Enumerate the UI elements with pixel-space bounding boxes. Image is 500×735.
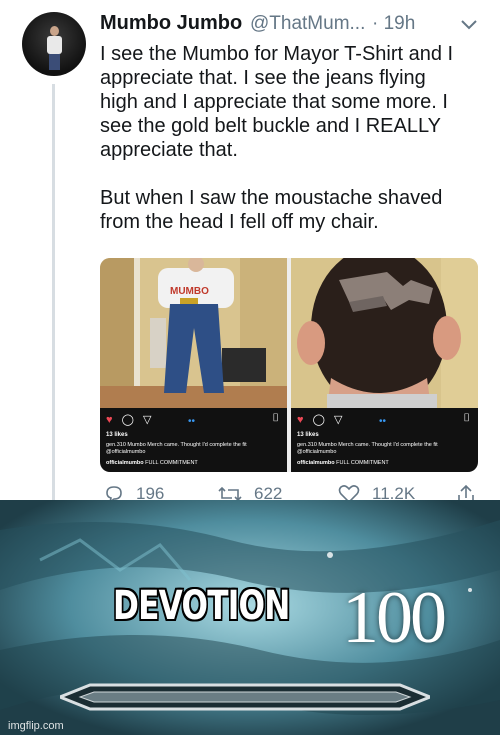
avatar-figure-head — [50, 26, 59, 36]
likes-count: 13 likes — [106, 432, 128, 438]
instagram-post-footer: ♥ ◯ ▽ •• ⌷ 13 likes gen.310 Mumbo Merch … — [100, 408, 287, 472]
skyrim-skill-meme: DEVOTION 100 imgflip.com — [0, 500, 500, 735]
tweet-line: appreciate that. — [100, 139, 238, 161]
tweet-line: high and I appreciate that some more. I — [100, 91, 448, 113]
bookmark-icon[interactable]: ⌷ — [463, 412, 470, 425]
tweet-line: see the gold belt buckle and I REALLY — [100, 115, 441, 137]
heart-outline-icon — [338, 485, 360, 500]
shirt-text: MUMBO — [170, 286, 209, 297]
avatar-figure-body — [47, 36, 62, 54]
bookmark-icon[interactable]: ⌷ — [272, 412, 279, 425]
thread-line — [52, 84, 55, 500]
heart-icon[interactable]: ♥ — [297, 414, 307, 426]
reply-icon — [106, 486, 122, 500]
share-icon[interactable]: ▽ — [143, 414, 154, 426]
retweet-icon — [218, 486, 242, 500]
heart-icon[interactable]: ♥ — [106, 414, 116, 426]
tweet-card: Mumbo Jumbo @ThatMum... · 19h I see the … — [0, 0, 500, 500]
tweet-line: I see the Mumbo for Mayor T-Shirt and I — [100, 43, 454, 65]
comment-user: officialmumbo — [297, 460, 335, 466]
post-caption: gen.310 Mumbo Merch came. Thought I'd co… — [297, 442, 438, 455]
likes-count: 13 likes — [297, 432, 319, 438]
avatar-figure-legs — [49, 54, 60, 70]
author-handle[interactable]: @ThatMum... — [250, 13, 365, 35]
skill-name-text: DEVOTION — [113, 583, 290, 629]
author-name[interactable]: Mumbo Jumbo — [100, 12, 242, 35]
avatar[interactable] — [22, 12, 86, 76]
reply-button[interactable]: 196 — [104, 484, 164, 500]
instagram-post-footer: ♥ ◯ ▽ •• ⌷ 13 likes gen.310 Mumbo Merch … — [291, 408, 478, 472]
retweet-button[interactable]: 622 — [218, 484, 282, 500]
comment-text: FULL COMMITMENT — [336, 460, 389, 466]
photo-person-in-merch: MUMBO — [100, 258, 287, 408]
like-button[interactable]: 11.2K — [338, 484, 415, 500]
comment-icon[interactable]: ◯ — [313, 414, 328, 426]
retweet-count: 622 — [254, 484, 283, 500]
comment-text: FULL COMMITMENT — [145, 460, 198, 466]
carousel-dots: •• — [188, 416, 196, 427]
tweet-text: I see the Mumbo for Mayor T-Shirt and I … — [100, 42, 490, 234]
photo-shaved-head — [291, 258, 478, 408]
post-caption: gen.310 Mumbo Merch came. Thought I'd co… — [106, 442, 247, 455]
share-up-icon — [458, 484, 474, 500]
tweet-actions: 196 622 11.2K — [100, 484, 490, 500]
share-icon[interactable]: ▽ — [334, 414, 345, 426]
comment-icon[interactable]: ◯ — [122, 414, 137, 426]
post-comment: officialmumbo FULL COMMITMENT — [106, 460, 198, 466]
skill-progress-bar — [60, 683, 430, 711]
tweet-line: But when I saw the moustache shaved — [100, 187, 443, 209]
like-count: 11.2K — [372, 484, 416, 500]
post-comment: officialmumbo FULL COMMITMENT — [297, 460, 389, 466]
insta-action-icons: ♥ ◯ ▽ — [297, 413, 345, 426]
media-image-left[interactable]: MUMBO ♥ ◯ ▽ •• ⌷ 13 likes gen.310 Mumbo … — [100, 258, 287, 472]
media-image-right[interactable]: ♥ ◯ ▽ •• ⌷ 13 likes gen.310 Mumbo Merch … — [291, 258, 478, 472]
tweet-line: appreciate that. I see the jeans flying — [100, 67, 426, 89]
skill-level-text: 100 — [342, 577, 447, 659]
tweet-header: Mumbo Jumbo @ThatMum... · 19h — [100, 12, 490, 42]
insta-action-icons: ♥ ◯ ▽ — [106, 413, 154, 426]
tweet-timestamp[interactable]: · 19h — [372, 13, 415, 35]
chevron-down-icon[interactable] — [458, 14, 480, 36]
carousel-dots: •• — [379, 416, 387, 427]
reply-count: 196 — [136, 484, 165, 500]
share-button[interactable] — [456, 484, 476, 500]
imgflip-watermark: imgflip.com — [8, 720, 64, 732]
tweet-media[interactable]: MUMBO ♥ ◯ ▽ •• ⌷ 13 likes gen.310 Mumbo … — [100, 258, 478, 472]
comment-user: officialmumbo — [106, 460, 144, 466]
tweet-line: from the head I fell off my chair. — [100, 211, 379, 233]
